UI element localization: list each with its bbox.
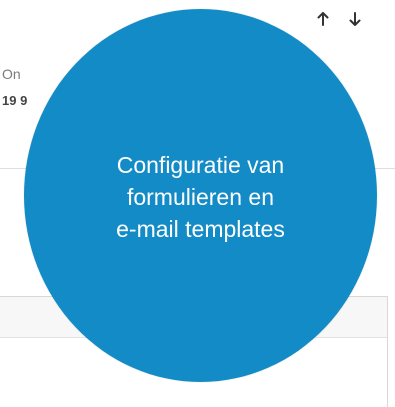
overlay-line-3: e-mail templates (116, 215, 285, 242)
overlay-circle: Configuratie van formulieren en e-mail t… (24, 9, 377, 382)
move-down-button[interactable] (343, 8, 367, 30)
row-value: 19 9 (2, 93, 28, 108)
move-up-button[interactable] (311, 8, 335, 30)
overlay-line-1: Configuratie van (116, 151, 285, 178)
arrow-up-icon (317, 12, 329, 26)
arrow-down-icon (349, 12, 361, 26)
overlay-text: Configuratie van formulieren en e-mail t… (116, 149, 285, 245)
row-label: On (2, 66, 21, 82)
overlay-line-2: formulieren en (126, 183, 274, 210)
